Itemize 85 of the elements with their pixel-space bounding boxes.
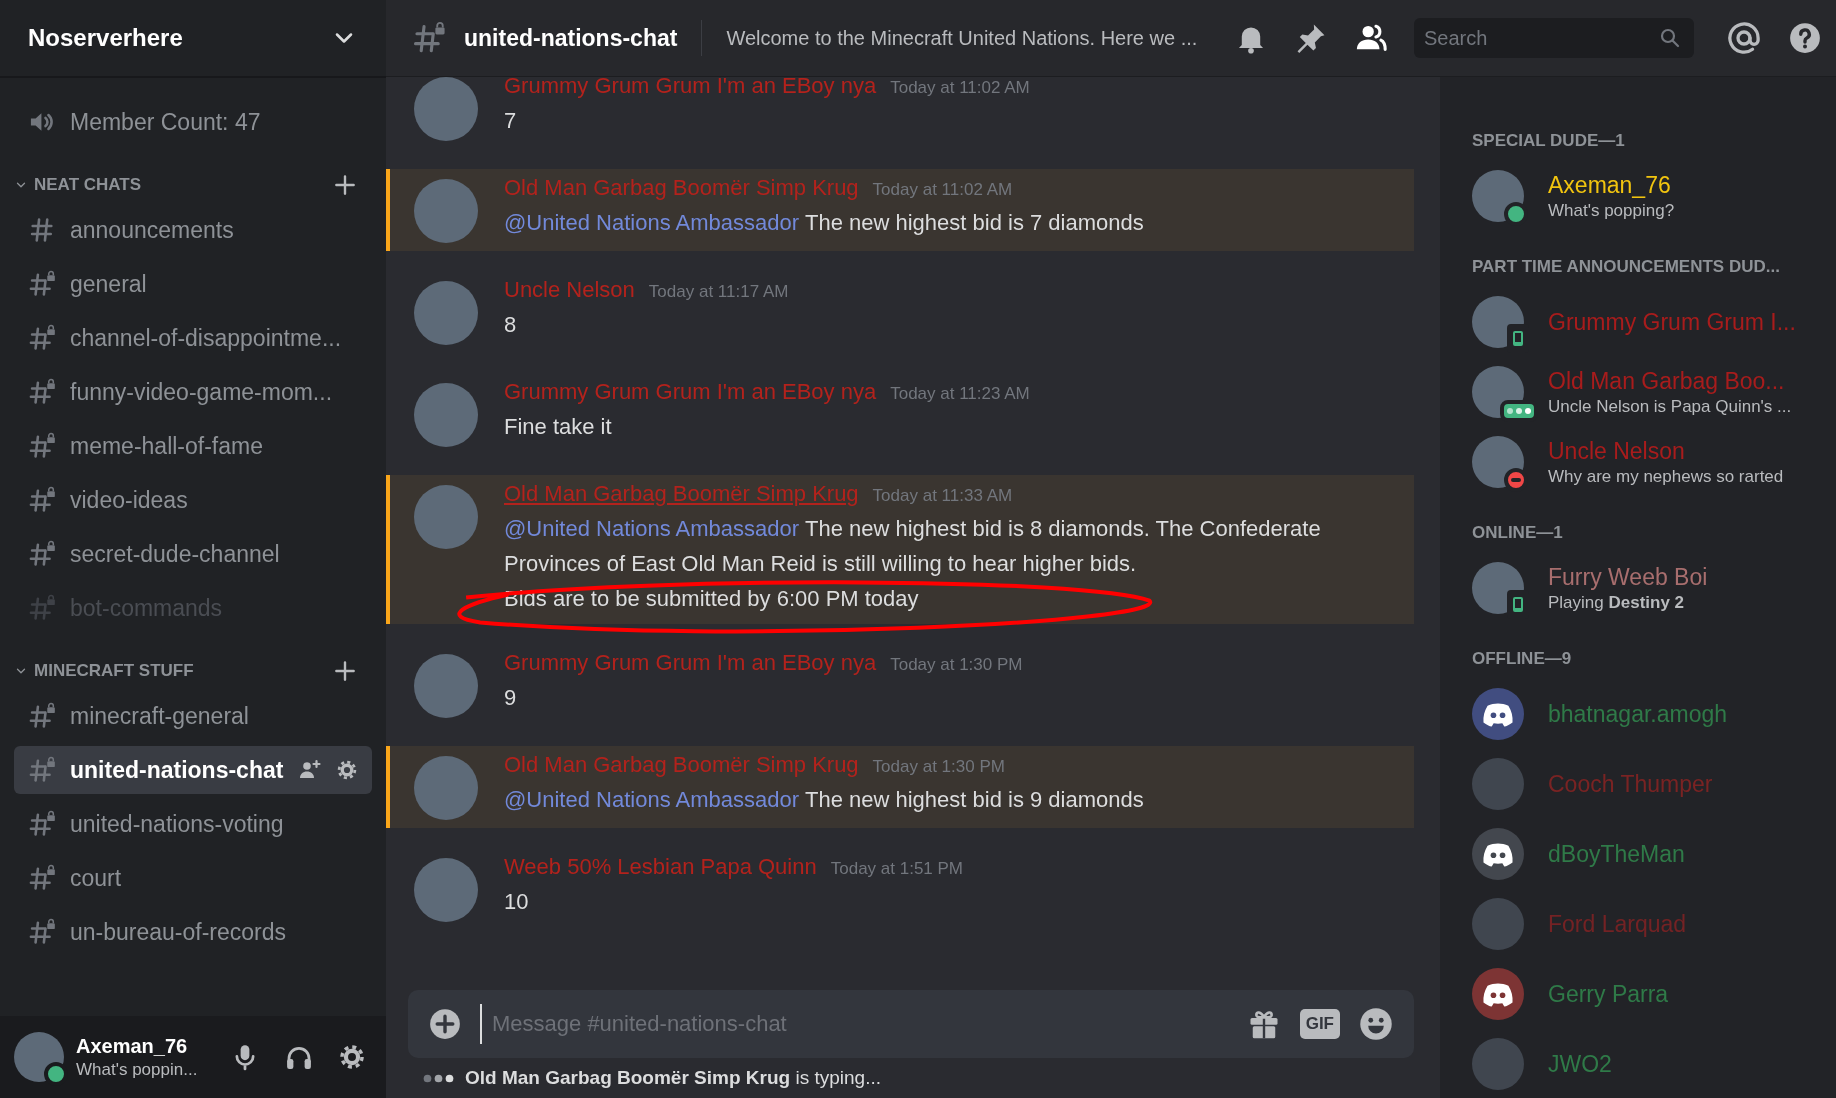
- avatar-photo[interactable]: [1472, 170, 1524, 222]
- settings-icon[interactable]: [338, 1043, 366, 1071]
- channel-item[interactable]: united-nations-voting: [14, 800, 372, 848]
- message-text: 8: [504, 311, 518, 339]
- member-name[interactable]: dBoyTheMan: [1548, 840, 1685, 868]
- message-text: 9: [504, 684, 518, 712]
- user-status: What's poppin...: [76, 1059, 199, 1080]
- channel-topic: Welcome to the Minecraft United Nations. Here we ...: [726, 26, 1199, 50]
- username: Axeman_76: [76, 1034, 189, 1058]
- channel-item[interactable]: announcements: [14, 206, 372, 254]
- timestamp: Today at 11:17 AM: [648, 282, 789, 302]
- default-avatar[interactable]: [1472, 688, 1524, 740]
- member-group-title: SPECIAL DUDE—1: [1472, 131, 1626, 151]
- author-name[interactable]: Old Man Garbag Boomër Simp Krug: [504, 175, 859, 201]
- timestamp: Today at 11:02 AM: [890, 78, 1030, 98]
- avatar-photo[interactable]: [1472, 436, 1524, 488]
- author-name[interactable]: Old Man Garbag Boomër Simp Krug: [504, 752, 859, 778]
- message-text: 10: [504, 888, 530, 916]
- timestamp: Today at 11:23 AM: [890, 384, 1030, 404]
- member-name[interactable]: Furry Weeb Boi: [1548, 563, 1708, 591]
- member-name[interactable]: JWO2: [1548, 1050, 1612, 1078]
- channel-item[interactable]: funny-video-game-mom...: [14, 368, 372, 416]
- author-name[interactable]: Grummy Grum Grum I'm an EBoy nya: [504, 379, 877, 405]
- settings-icon[interactable]: [336, 759, 358, 781]
- member-group-title: PART TIME ANNOUNCEMENTS DUD...: [1472, 257, 1781, 277]
- search-icon: [1658, 26, 1682, 50]
- channel-title: united-nations-chat: [464, 24, 678, 52]
- message-composer[interactable]: Message #united-nations-chat GIF: [408, 990, 1414, 1058]
- timestamp: Today at 11:33 AM: [872, 486, 1013, 506]
- default-avatar[interactable]: [1472, 968, 1524, 1020]
- mention-link[interactable]: @United Nations Ambassador: [504, 516, 800, 541]
- channel-item[interactable]: secret-dude-channel: [14, 530, 372, 578]
- gif-button[interactable]: GIF: [1299, 1009, 1340, 1039]
- help-icon[interactable]: [1788, 21, 1822, 55]
- message-input[interactable]: Message #united-nations-chat: [480, 1004, 1228, 1044]
- author-name[interactable]: Uncle Nelson: [504, 277, 635, 303]
- channel-item[interactable]: minecraft-general: [14, 692, 372, 740]
- add-channel-icon[interactable]: [332, 658, 358, 684]
- member-group-title: OFFLINE—9: [1472, 649, 1573, 669]
- mentions-icon[interactable]: [1726, 20, 1762, 56]
- typing-indicator: Old Man Garbag Boomër Simp Krug is typing...: [465, 1067, 881, 1089]
- message-text: Fine take it: [504, 413, 613, 441]
- category-name[interactable]: MINECRAFT STUFF: [34, 661, 326, 681]
- member-name[interactable]: Uncle Nelson: [1548, 437, 1784, 465]
- category-name[interactable]: NEAT CHATS: [34, 175, 326, 195]
- add-attachment-icon[interactable]: [428, 1007, 462, 1041]
- emoji-icon[interactable]: [1358, 1006, 1394, 1042]
- channel-item[interactable]: channel-of-disappointme...: [14, 314, 372, 362]
- message-text: @United Nations Ambassador The new highest bid is 9 diamonds: [504, 786, 1145, 814]
- member-name[interactable]: Gerry Parra: [1548, 980, 1669, 1008]
- member-name[interactable]: Old Man Garbag Boo...: [1548, 367, 1792, 395]
- member-activity: Playing Destiny 2: [1548, 592, 1686, 613]
- locked-hash-icon: [412, 21, 446, 55]
- channel-item[interactable]: meme-hall-of-fame: [14, 422, 372, 470]
- member-name[interactable]: Axeman_76: [1548, 171, 1675, 199]
- timestamp: Today at 1:30 PM: [872, 757, 1005, 777]
- channel-item[interactable]: video-ideas: [14, 476, 372, 524]
- member-name[interactable]: Grummy Grum Grum I...: [1548, 308, 1796, 336]
- message-text: @United Nations Ambassador The new highest bid is 7 diamonds: [504, 209, 1145, 237]
- channel-item[interactable]: united-nations-chat: [14, 746, 372, 794]
- author-name[interactable]: Old Man Garbag Boomër Simp Krug: [504, 481, 859, 507]
- mention-link[interactable]: @United Nations Ambassador: [504, 210, 800, 235]
- member-activity: What's popping?: [1548, 200, 1675, 221]
- channel-item[interactable]: general: [14, 260, 372, 308]
- author-name[interactable]: Weeb 50% Lesbian Papa Quinn: [504, 854, 817, 880]
- message-text: @United Nations Ambassador The new highest bid is 8 diamonds. The Confederate Provinces of East Old Man Reid is still willing to hear higher bids.: [504, 515, 1322, 578]
- member-name[interactable]: bhatnagar.amogh: [1548, 700, 1728, 728]
- channel-item[interactable]: court: [14, 854, 372, 902]
- member-activity: Uncle Nelson is Papa Quinn's ...: [1548, 396, 1792, 417]
- add-channel-icon[interactable]: [332, 172, 358, 198]
- channel-item[interactable]: un-bureau-of-records: [14, 908, 372, 956]
- voice-channel[interactable]: Member Count: 47: [14, 98, 372, 146]
- message-text: 7: [504, 107, 518, 135]
- search-field[interactable]: Search: [1414, 18, 1694, 58]
- server-name[interactable]: Noserverhere: [28, 24, 183, 52]
- timestamp: Today at 1:51 PM: [830, 859, 964, 879]
- member-activity: Why are my nephews so rarted: [1548, 466, 1784, 487]
- author-name[interactable]: Grummy Grum Grum I'm an EBoy nya: [504, 650, 877, 676]
- author-name[interactable]: Grummy Grum Grum I'm an EBoy nya: [504, 77, 877, 99]
- default-avatar[interactable]: [1472, 828, 1524, 880]
- timestamp: Today at 1:30 PM: [890, 655, 1023, 675]
- member-group-title: ONLINE—1: [1472, 523, 1564, 543]
- typing-dots-icon: [422, 1072, 455, 1084]
- timestamp: Today at 11:02 AM: [872, 180, 1013, 200]
- mention-link[interactable]: @United Nations Ambassador: [504, 787, 800, 812]
